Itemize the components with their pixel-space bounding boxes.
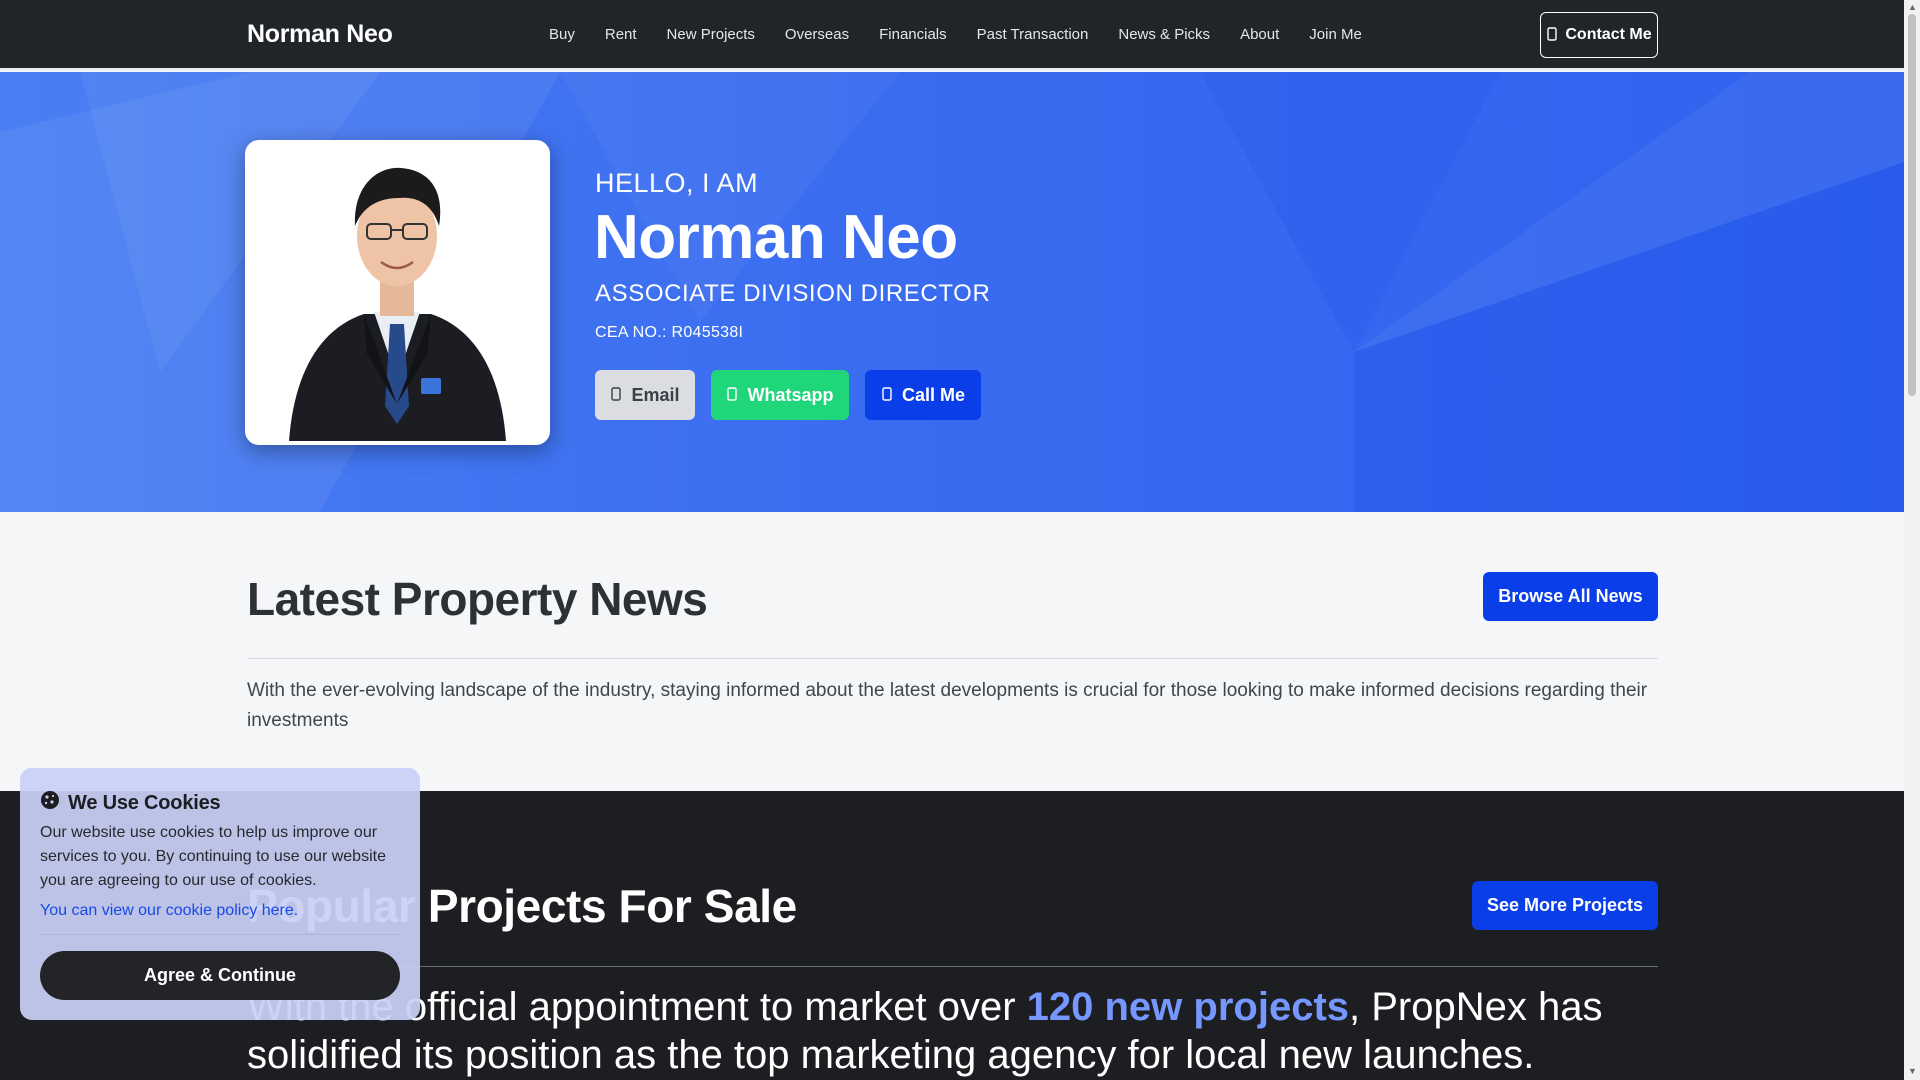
phone-icon	[1546, 26, 1558, 44]
projects-lead-highlight: 120 new projects	[1026, 985, 1350, 1029]
envelope-icon	[610, 386, 622, 404]
phone-icon	[881, 386, 893, 404]
whatsapp-button[interactable]: Whatsapp	[711, 370, 849, 420]
whatsapp-button-label: Whatsapp	[747, 384, 834, 405]
email-button-label: Email	[631, 384, 680, 405]
hero-greeting: HELLO, I AM	[595, 168, 759, 198]
nav-link-join-me[interactable]: Join Me	[1309, 26, 1362, 43]
contact-me-button[interactable]: Contact Me	[1540, 12, 1658, 58]
hero-agent-name: Norman Neo	[594, 203, 958, 272]
cookie-icon	[40, 790, 60, 816]
nav-link-rent[interactable]: Rent	[605, 26, 637, 43]
top-navbar: Norman Neo Buy Rent New Projects Oversea…	[0, 0, 1904, 70]
scrollbar-thumb[interactable]	[1908, 14, 1916, 396]
email-button[interactable]: Email	[595, 370, 695, 420]
news-divider	[247, 658, 1658, 659]
latest-news-section: Latest Property News Browse All News Wit…	[0, 512, 1904, 791]
projects-divider	[247, 966, 1658, 967]
contact-me-label: Contact Me	[1565, 26, 1652, 43]
hero-section: HELLO, I AM Norman Neo ASSOCIATE DIVISIO…	[0, 72, 1904, 512]
news-heading: Latest Property News	[247, 573, 708, 625]
cookie-title: We Use Cookies	[68, 791, 221, 814]
agree-continue-button[interactable]: Agree & Continue	[40, 951, 400, 1000]
nav-link-past-transaction[interactable]: Past Transaction	[977, 26, 1089, 43]
scroll-down-arrow-icon[interactable]: ▼	[1908, 1066, 1917, 1076]
projects-lead-text: With the official appointment to market …	[247, 983, 1658, 1079]
nav-link-financials[interactable]: Financials	[879, 26, 947, 43]
nav-link-overseas[interactable]: Overseas	[785, 26, 849, 43]
cookie-title-row: We Use Cookies	[40, 790, 221, 816]
agent-portrait	[245, 140, 550, 445]
cookie-divider	[40, 934, 400, 935]
cookie-message: Our website use cookies to help us impro…	[40, 824, 386, 889]
nav-link-buy[interactable]: Buy	[549, 26, 575, 43]
call-me-button[interactable]: Call Me	[865, 370, 981, 420]
hero-agent-title: ASSOCIATE DIVISION DIRECTOR	[595, 280, 991, 307]
call-me-button-label: Call Me	[901, 384, 966, 405]
brand-logo[interactable]: Norman Neo	[247, 20, 393, 49]
nav-link-news-picks[interactable]: News & Picks	[1118, 26, 1210, 43]
browse-all-news-button[interactable]: Browse All News	[1483, 572, 1658, 621]
portrait-illustration	[249, 144, 546, 441]
cookie-policy-link[interactable]: You can view our cookie policy here.	[40, 902, 298, 920]
whatsapp-icon	[726, 386, 738, 404]
page-scrollbar[interactable]: ▲ ▼	[1904, 0, 1920, 1080]
cea-number: CEA NO.: R045538I	[595, 324, 744, 341]
nav-link-about[interactable]: About	[1240, 26, 1279, 43]
cookie-consent-banner: We Use Cookies Our website use cookies t…	[20, 768, 420, 1020]
hero-action-buttons: Email Whatsapp Call Me	[595, 370, 981, 420]
scroll-up-arrow-icon[interactable]: ▲	[1908, 2, 1917, 12]
nav-links: Buy Rent New Projects Overseas Financial…	[549, 0, 1362, 68]
nav-link-new-projects[interactable]: New Projects	[667, 26, 755, 43]
news-description: With the ever-evolving landscape of the …	[247, 680, 1648, 731]
see-more-projects-button[interactable]: See More Projects	[1472, 881, 1658, 930]
